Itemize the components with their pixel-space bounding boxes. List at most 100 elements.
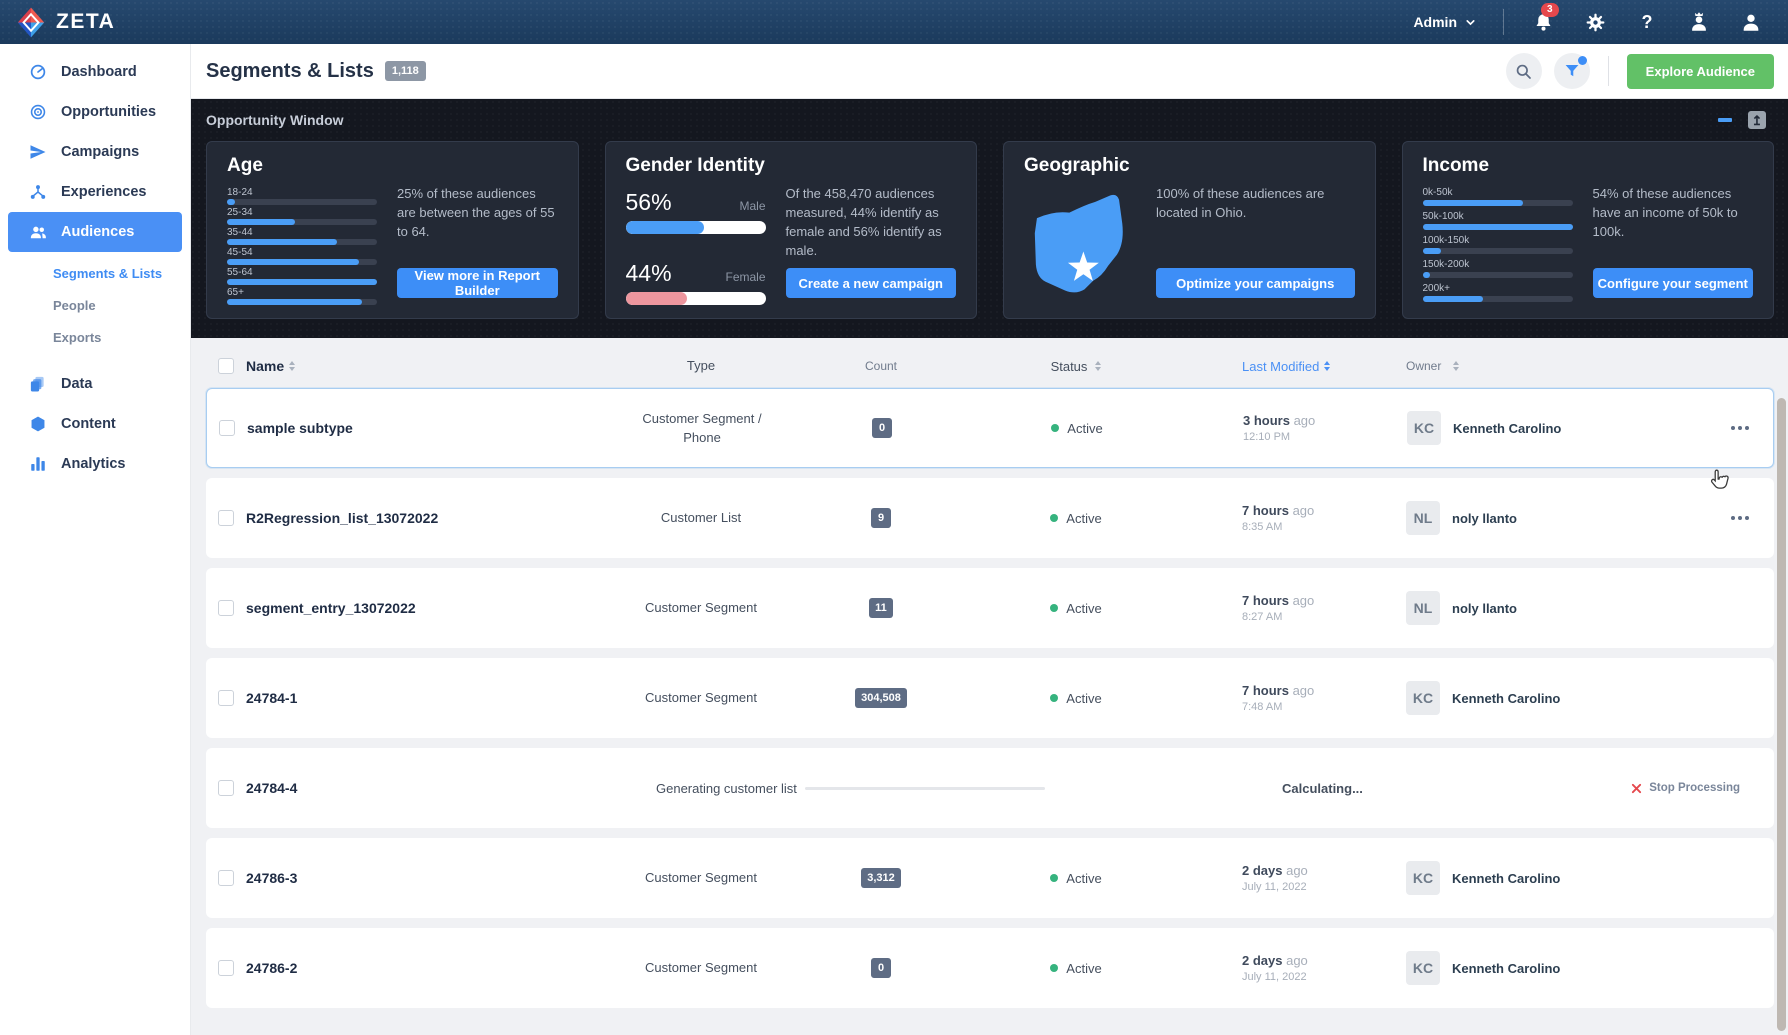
female-bar-fill (625, 292, 688, 305)
filter-button[interactable] (1553, 53, 1590, 89)
sidebar-item-audiences[interactable]: Audiences (8, 212, 182, 252)
opportunities-icon (29, 103, 47, 121)
popout-icon[interactable]: ↥ (1748, 111, 1766, 129)
vertical-scrollbar[interactable] (1777, 398, 1786, 1031)
sidebar-item-analytics[interactable]: Analytics (8, 444, 182, 484)
sidebar-item-experiences[interactable]: Experiences (8, 172, 182, 212)
sidebar-item-dashboard[interactable]: Dashboard (8, 52, 182, 92)
male-stat: 56% Male (625, 189, 766, 234)
count-badge: 9 (871, 508, 891, 528)
row-calculating: Calculating... (1282, 780, 1363, 796)
filter-active-dot (1577, 56, 1587, 65)
row-last-modified: 3 hours ago 12:10 PM (1243, 413, 1316, 443)
income-description: 54% of these audiences have an income of… (1592, 186, 1738, 239)
count-badge: 0 (872, 418, 892, 438)
gender-bars: 56% Male 44% Female (625, 185, 766, 305)
stop-processing-button[interactable]: Stop Processing (1446, 782, 1774, 794)
column-header-type[interactable]: Type (586, 356, 816, 376)
admin-user-button[interactable] (1686, 9, 1712, 35)
bar-0k-50k: 0k-50k (1422, 187, 1573, 206)
ohio-map-icon (1024, 185, 1136, 298)
search-button[interactable] (1505, 53, 1542, 89)
avatar: NL (1406, 501, 1440, 535)
row-checkbox[interactable] (218, 780, 234, 796)
table-row[interactable]: segment_entry_13072022 Customer Segment 11… (206, 568, 1774, 648)
configure-segment-button[interactable]: Configure your segment (1592, 268, 1753, 298)
count-badge: 3,312 (861, 868, 901, 888)
sidebar-subitem-people[interactable]: People (0, 290, 190, 322)
table-row[interactable]: 24784-1 Customer Segment 304,508 Active 7 ho… (206, 658, 1774, 738)
profile-button[interactable] (1738, 9, 1764, 35)
help-icon: ? (1641, 11, 1653, 32)
filter-funnel-icon (1563, 62, 1581, 80)
sidebar-item-campaigns[interactable]: Campaigns (8, 132, 182, 172)
row-checkbox[interactable] (218, 510, 234, 526)
sidebar-item-label: Audiences (61, 224, 135, 240)
age-description: 25% of these audiences are between the a… (397, 186, 555, 239)
age-card: Age 18-24 25-34 35-44 45-54 55-64 65+ 25% of … (206, 141, 579, 319)
gender-description: Of the 458,470 audiences measured, 44% i… (785, 186, 942, 258)
admin-menu[interactable]: Admin (1413, 14, 1477, 30)
row-type: Customer Segment / Phone (642, 410, 762, 446)
row-status: Active (946, 691, 1206, 706)
status-dot-icon (1050, 694, 1059, 702)
column-header-last-modified[interactable]: Last Modified (1206, 359, 1406, 374)
count-badge: 11 (869, 598, 893, 618)
row-checkbox[interactable] (219, 420, 235, 436)
navbar-divider (1503, 9, 1504, 35)
table-row[interactable]: 24786-3 Customer Segment 3,312 Active 2 days… (206, 838, 1774, 918)
bar-55-64: 55-64 (227, 267, 377, 285)
bar-45-54: 45-54 (227, 247, 377, 265)
sidebar: Dashboard Opportunities Campaigns Experienc… (0, 44, 190, 1035)
notification-badge: 3 (1541, 3, 1559, 17)
row-name: segment_entry_13072022 (246, 600, 416, 616)
page-title: Segments & Lists (206, 59, 374, 82)
table-row[interactable]: R2Regression_list_13072022 Customer List 9… (206, 478, 1774, 558)
row-checkbox[interactable] (218, 870, 234, 886)
age-bar-chart: 18-24 25-34 35-44 45-54 55-64 65+ (227, 185, 377, 305)
total-count-badge: 1,118 (384, 61, 426, 81)
table-row[interactable]: 24786-2 Customer Segment 0 Active 2 days ago… (206, 928, 1774, 1008)
column-header-owner[interactable]: Owner (1406, 359, 1706, 373)
status-dot-icon (1050, 964, 1059, 972)
column-header-name[interactable]: Name (246, 358, 586, 374)
row-last-modified: 7 hours ago 8:35 AM (1242, 503, 1315, 533)
row-checkbox[interactable] (218, 358, 234, 374)
column-header-status[interactable]: Status (946, 359, 1206, 374)
sidebar-item-data[interactable]: Data (8, 364, 182, 404)
row-checkbox[interactable] (218, 600, 234, 616)
help-button[interactable]: ? (1634, 9, 1660, 35)
status-dot-icon (1050, 604, 1059, 612)
sidebar-subitem-segments-lists[interactable]: Segments & Lists (0, 258, 190, 290)
row-type: Customer List (660, 510, 742, 526)
row-name: 24786-3 (246, 870, 298, 886)
sidebar-item-opportunities[interactable]: Opportunities (8, 92, 182, 132)
create-campaign-button[interactable]: Create a new campaign (785, 268, 956, 298)
optimize-campaigns-button[interactable]: Optimize your campaigns (1156, 268, 1355, 298)
sort-icon (1324, 361, 1331, 371)
sidebar-subitem-exports[interactable]: Exports (0, 322, 190, 354)
explore-audience-button[interactable]: Explore Audience (1626, 53, 1774, 89)
row-checkbox[interactable] (218, 960, 234, 976)
sidebar-item-content[interactable]: Content (8, 404, 182, 444)
bar-200k: 200k+ (1422, 283, 1573, 302)
bar-50k-100k: 50k-100k (1422, 211, 1573, 230)
segments-table: Name Type Count Status Last Modified Owner sa… (190, 338, 1788, 1008)
minimize-icon[interactable] (1718, 118, 1732, 122)
table-row[interactable]: sample subtype Customer Segment / Phone 0 Ac… (206, 388, 1774, 468)
row-menu-icon[interactable] (1725, 420, 1755, 436)
income-bar-chart: 0k-50k 50k-100k 100k-150k 150k-200k 200k+ (1422, 185, 1573, 302)
income-card-title: Income (1422, 155, 1490, 176)
sidebar-item-label: Opportunities (61, 104, 157, 120)
table-row[interactable]: 24784-4 Generating customer list Calculati… (206, 748, 1774, 828)
row-owner: KC Kenneth Carolino (1406, 861, 1706, 895)
row-checkbox[interactable] (218, 690, 234, 706)
view-report-builder-button[interactable]: View more in Report Builder (397, 268, 558, 298)
column-header-count[interactable]: Count (816, 359, 946, 373)
audiences-icon (29, 223, 47, 241)
male-percent: 56% (625, 189, 672, 215)
settings-button[interactable] (1582, 9, 1608, 35)
row-menu-icon[interactable] (1725, 510, 1755, 526)
notifications-button[interactable]: 3 (1530, 3, 1559, 35)
row-name: R2Regression_list_13072022 (246, 510, 439, 526)
